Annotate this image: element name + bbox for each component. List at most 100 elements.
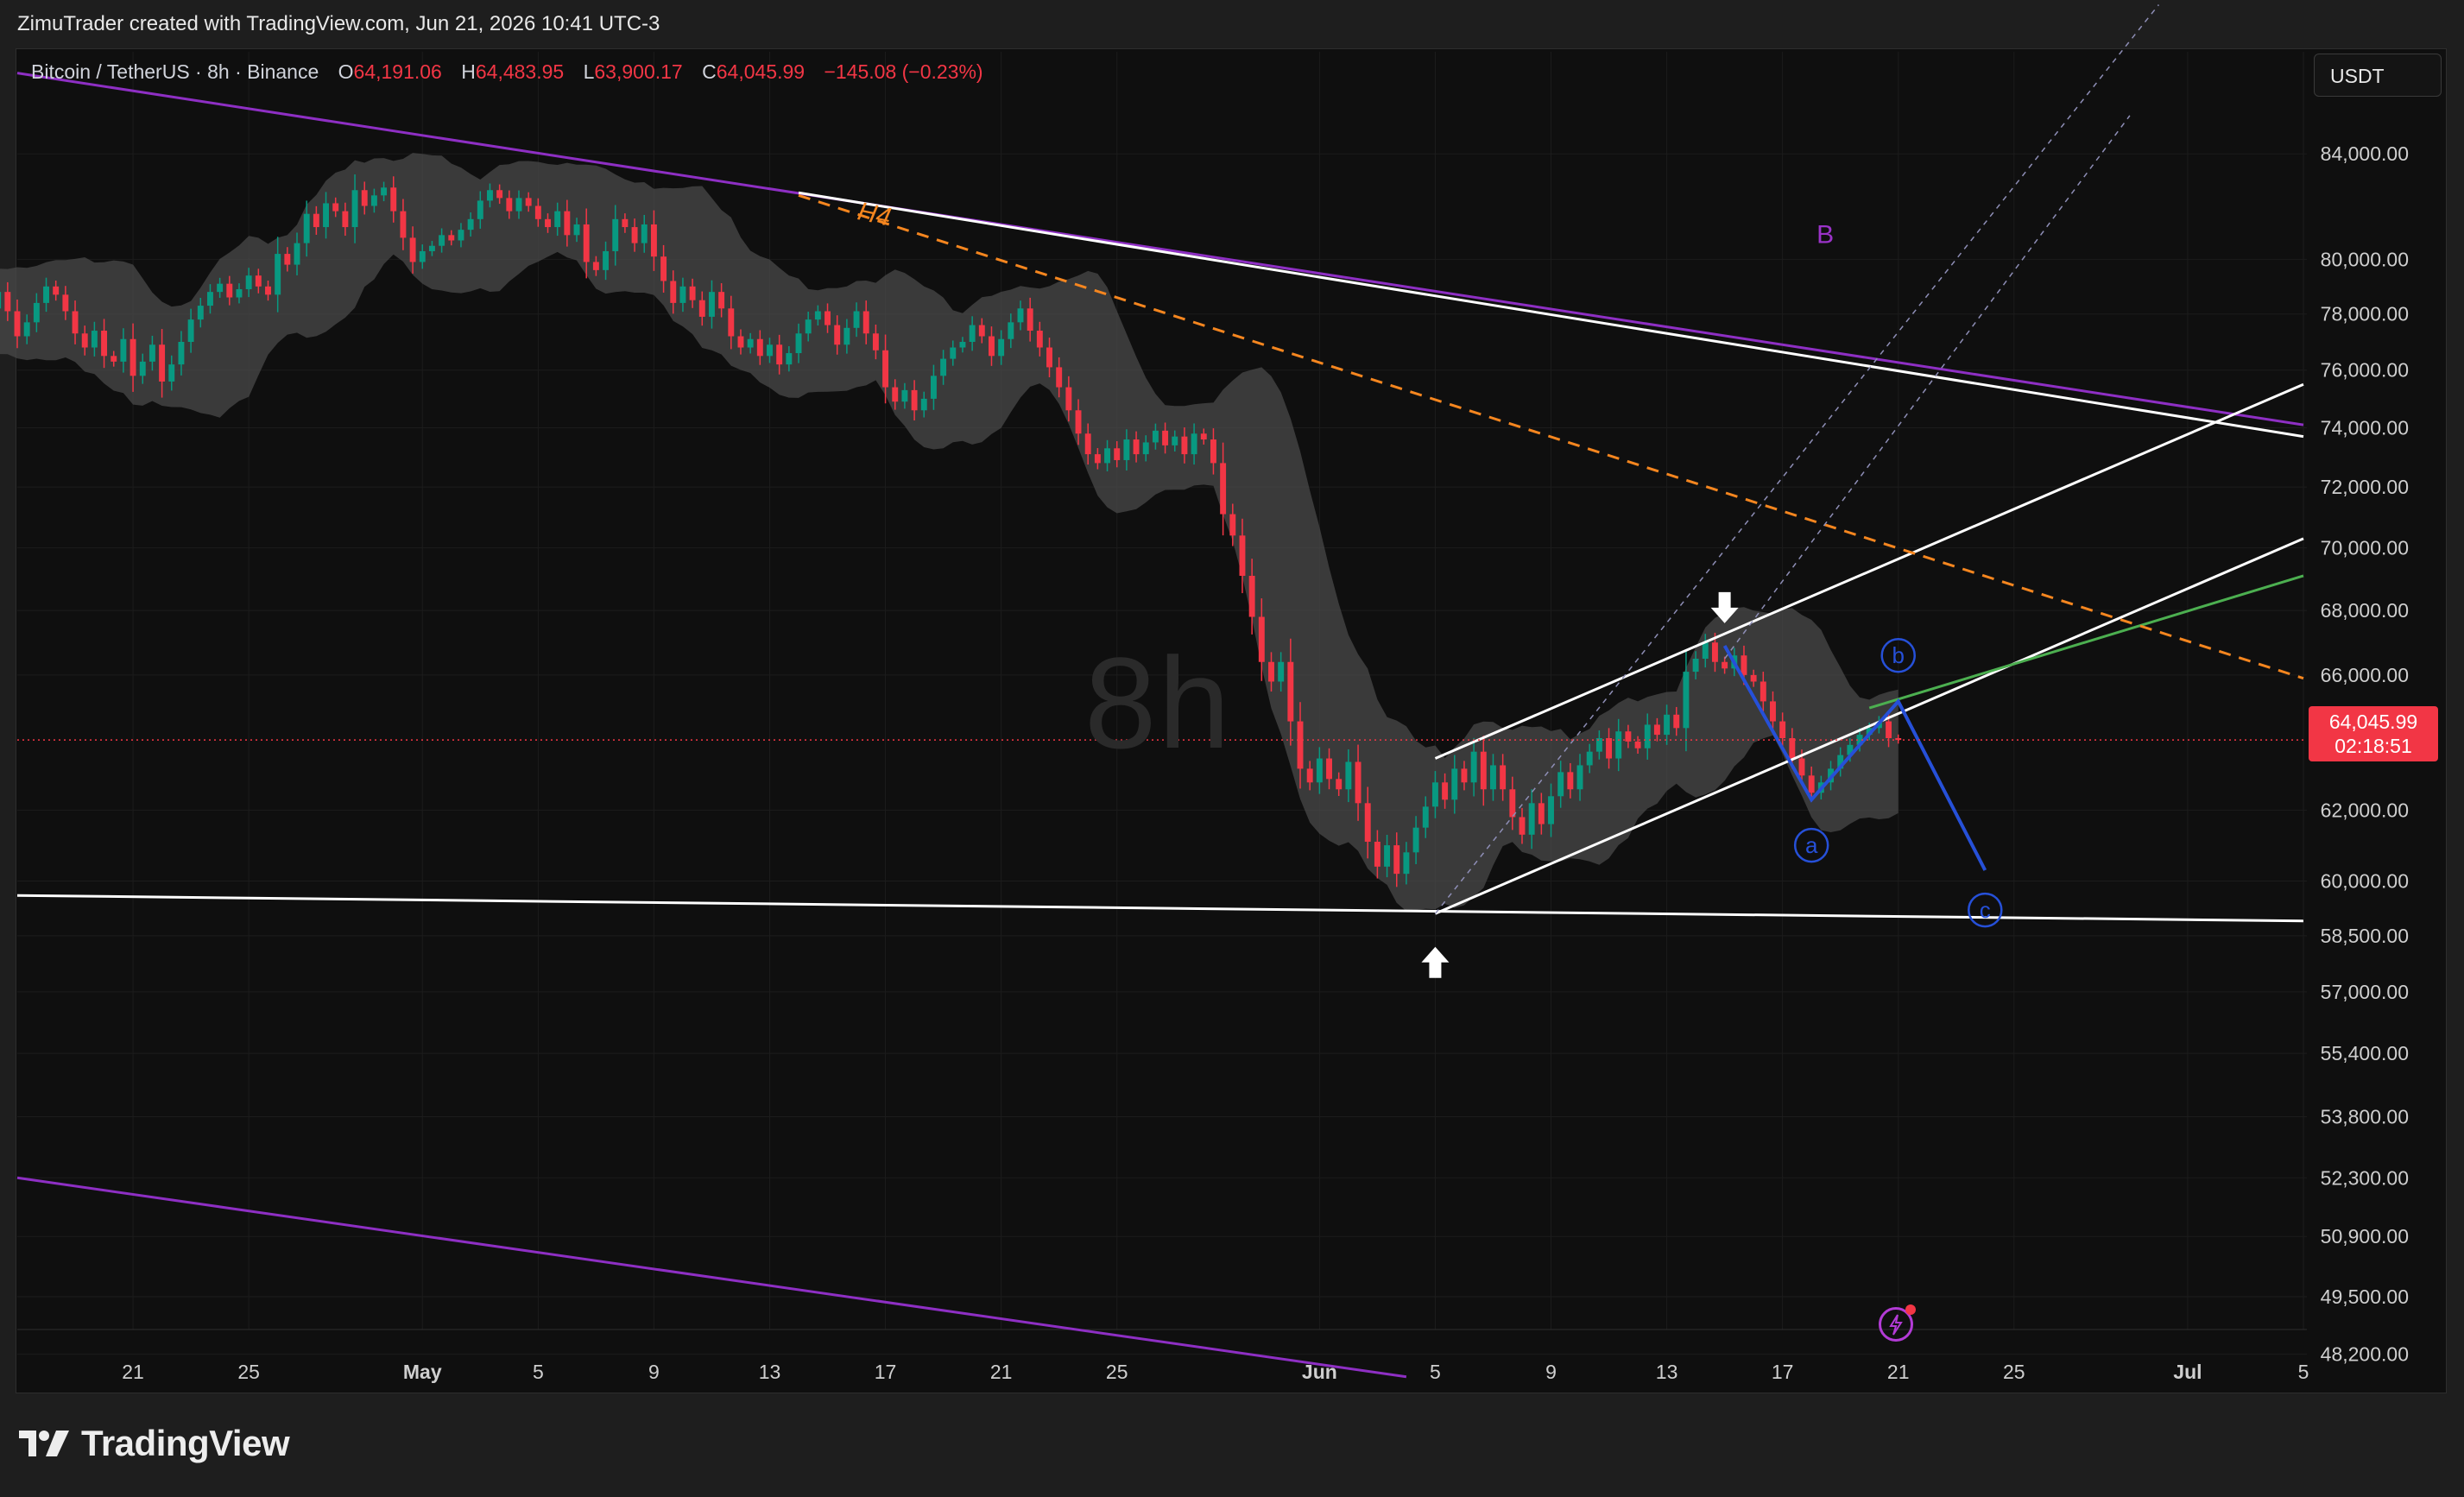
open-label: O xyxy=(338,60,354,83)
candle-body xyxy=(419,250,426,262)
candle-body xyxy=(53,286,60,295)
y-tick-label: 50,900.00 xyxy=(2321,1225,2409,1248)
candle-body xyxy=(1114,448,1121,460)
ohlc-legend: Bitcoin / TetherUS · 8h · Binance O64,19… xyxy=(31,60,983,84)
candle-body xyxy=(1480,751,1487,790)
candle-body xyxy=(101,331,108,357)
last-price-tag: 64,045.99 02:18:51 xyxy=(2309,706,2438,761)
candle-body xyxy=(1653,724,1660,736)
candle-body xyxy=(631,227,638,243)
y-tick-label: 62,000.00 xyxy=(2321,799,2409,821)
candle-body xyxy=(458,230,464,241)
candle-body xyxy=(1538,803,1545,824)
candle-body xyxy=(313,213,319,228)
candle-body xyxy=(0,292,2,309)
notification-dot xyxy=(1905,1304,1916,1315)
x-tick-label: Jul xyxy=(2173,1361,2202,1383)
y-tick-label: 48,200.00 xyxy=(2321,1343,2409,1366)
candle-body xyxy=(1595,738,1602,752)
symbol-title[interactable]: Bitcoin / TetherUS · 8h · Binance xyxy=(31,60,319,83)
tradingview-logo[interactable]: TradingView xyxy=(17,1423,290,1464)
candle-body xyxy=(940,358,947,376)
candle-body xyxy=(564,211,571,236)
candle-body xyxy=(747,338,754,348)
candle-body xyxy=(1528,803,1535,835)
y-tick-label: 53,800.00 xyxy=(2321,1105,2409,1127)
candle-body xyxy=(1789,738,1796,759)
flash-icon[interactable] xyxy=(1879,1304,1916,1342)
candle-body xyxy=(1683,672,1690,729)
candle-body xyxy=(1278,661,1285,682)
candle-body xyxy=(1644,724,1651,748)
candle-body xyxy=(603,250,610,270)
candle-body xyxy=(920,398,927,411)
change-value: −145.08 (−0.23%) xyxy=(824,60,983,83)
y-tick-label: 74,000.00 xyxy=(2321,416,2409,439)
candle-body xyxy=(689,286,696,300)
x-tick-label: May xyxy=(403,1361,442,1383)
x-tick-label: 21 xyxy=(990,1361,1013,1383)
candle-body xyxy=(698,300,705,317)
timeframe-watermark: 8h xyxy=(1084,630,1232,775)
candle-body xyxy=(1172,436,1178,445)
up-arrow-icon xyxy=(1421,946,1450,978)
candle-body xyxy=(1094,454,1101,464)
y-tick-label: 60,000.00 xyxy=(2321,869,2409,892)
candle-body xyxy=(1200,433,1207,440)
x-tick-label: 13 xyxy=(759,1361,781,1383)
candle-body xyxy=(1393,845,1400,875)
candle-body xyxy=(1336,779,1343,790)
candle-body xyxy=(814,311,821,320)
candle-body xyxy=(622,218,629,228)
candle-body xyxy=(525,198,532,206)
candle-body xyxy=(91,331,98,348)
candle-body xyxy=(583,224,590,262)
candle-body xyxy=(1576,765,1583,790)
candle-body xyxy=(1027,308,1033,332)
close-label: C xyxy=(702,60,717,83)
candle-body xyxy=(1741,655,1747,675)
candle-body xyxy=(448,235,455,241)
candle-body xyxy=(978,325,985,337)
tradingview-logo-icon xyxy=(19,1431,69,1456)
candle-body xyxy=(959,342,966,348)
candle-body xyxy=(245,275,252,289)
x-tick-label: 9 xyxy=(1545,1361,1557,1383)
candle-body xyxy=(1519,817,1526,835)
currency-button[interactable]: USDT xyxy=(2314,54,2442,97)
candle-body xyxy=(650,224,657,257)
candle-body xyxy=(882,350,889,388)
candle-body xyxy=(786,353,793,365)
candle-body xyxy=(1567,772,1574,790)
candle-body xyxy=(1123,439,1130,460)
y-tick-label: 58,500.00 xyxy=(2321,925,2409,947)
y-tick-label: 84,000.00 xyxy=(2321,142,2409,165)
candle-body xyxy=(4,292,11,312)
y-tick-label: 52,300.00 xyxy=(2321,1166,2409,1189)
candle-body xyxy=(72,311,79,334)
y-tick-label: 72,000.00 xyxy=(2321,476,2409,498)
y-tick-label: 55,400.00 xyxy=(2321,1042,2409,1064)
candle-body xyxy=(1133,439,1140,455)
candle-body xyxy=(1008,322,1014,339)
candle-body xyxy=(1355,761,1362,804)
candle-body xyxy=(1152,430,1159,443)
candle-body xyxy=(332,203,339,212)
candle-body xyxy=(81,333,88,348)
candle-body xyxy=(303,213,310,243)
candle-body xyxy=(1239,535,1246,576)
candle-body xyxy=(1711,642,1718,662)
candle-body xyxy=(1470,751,1477,783)
candle-body xyxy=(1065,387,1072,411)
candle-body xyxy=(1808,775,1815,793)
candle-body xyxy=(834,325,841,345)
close-value: 64,045.99 xyxy=(716,60,806,83)
candle-body xyxy=(805,319,812,334)
candle-body xyxy=(1374,841,1380,867)
candle-body xyxy=(217,283,224,293)
x-tick-label: 21 xyxy=(1887,1361,1910,1383)
price-chart[interactable]: 84,000.00 80,000.00 78,000.00 76,000.00 74,0… xyxy=(0,0,2464,1497)
candle-body xyxy=(1634,741,1641,748)
candle-body xyxy=(1046,347,1052,368)
candle-body xyxy=(428,245,435,251)
